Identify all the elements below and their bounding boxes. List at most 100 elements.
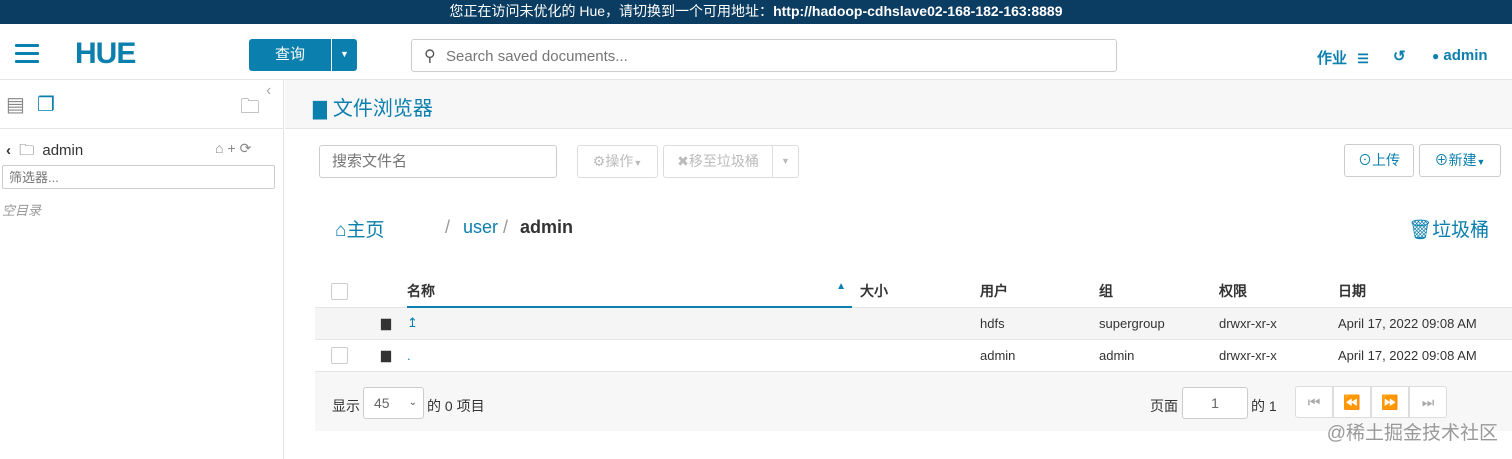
previous-page-icon[interactable]: ⏪	[1333, 386, 1371, 418]
back-chevron-icon[interactable]: ‹	[6, 142, 11, 159]
watermark: @稀土掘金技术社区	[1326, 423, 1498, 444]
breadcrumb-user[interactable]: user	[463, 217, 498, 238]
move-trash-dropdown-caret-icon[interactable]: ▼	[772, 145, 799, 178]
move-trash-label: 移至垃圾桶	[688, 153, 759, 169]
page-title-text: 文件浏览器	[332, 98, 433, 120]
empty-directory-label: 空目录	[2, 203, 42, 218]
column-name[interactable]: 名称 ▲	[407, 275, 852, 308]
document-search-input[interactable]	[446, 44, 1096, 68]
actions-label: 操作	[605, 153, 634, 169]
per-page-select[interactable]: 45 ⌄	[363, 387, 424, 419]
items-count-label: 的 0 项目	[427, 398, 485, 414]
history-icon[interactable]: ↺	[1393, 47, 1406, 65]
search-icon: ⚲	[424, 48, 436, 65]
breadcrumb-home[interactable]: ⌂主页	[335, 215, 385, 242]
per-page-value: 45	[374, 395, 390, 411]
hamburger-menu-icon[interactable]	[15, 44, 39, 63]
sidebar-filter-input[interactable]	[2, 165, 275, 189]
logo-text: HUE	[75, 37, 136, 70]
table-row[interactable]: ▆ ↥ hdfs supergroup drwxr-xr-x April 17,…	[315, 307, 1512, 340]
breadcrumb-home-label: 主页	[346, 220, 385, 241]
user-name: admin	[1443, 47, 1488, 64]
breadcrumb-separator: /	[503, 217, 509, 237]
query-button[interactable]: 查询	[249, 39, 331, 71]
page-header: ▇ 文件浏览器	[285, 80, 1512, 129]
select-all-checkbox[interactable]	[331, 282, 348, 300]
row-checkbox[interactable]	[331, 346, 348, 364]
new-label: 新建	[1448, 152, 1477, 168]
trash-label: 垃圾桶	[1432, 220, 1490, 241]
page-title: ▇ 文件浏览器	[313, 92, 433, 121]
times-icon: ✖	[677, 153, 689, 169]
caret-down-icon: ▼	[633, 158, 643, 168]
database-icon[interactable]: ▤	[6, 92, 25, 117]
sort-ascending-icon: ▲	[836, 280, 846, 292]
page-number-input[interactable]: 1	[1182, 387, 1248, 419]
table-row[interactable]: ▆ . admin admin drwxr-xr-x April 17, 202…	[315, 339, 1512, 372]
new-button[interactable]: ⊕新建▼	[1419, 144, 1501, 177]
file-name[interactable]: .	[407, 339, 852, 372]
trash-link[interactable]: 🗑垃圾桶	[1408, 215, 1489, 242]
table-header-row: 名称 ▲ 大小 用户 组 权限 日期	[315, 275, 1512, 308]
hue-logo[interactable]: HUE	[75, 37, 136, 71]
sidebar-tools: ⌂+⟳	[215, 140, 255, 157]
upload-button[interactable]: ⊙上传	[1344, 144, 1414, 177]
warning-banner: 您正在访问未优化的 Hue，请切换到一个可用地址：http://hadoop-c…	[0, 0, 1512, 24]
file-search-input[interactable]	[319, 145, 557, 178]
plus-circle-icon: ⊕	[1434, 152, 1449, 168]
user-icon: ●	[1432, 49, 1440, 63]
jobs-label: 作业	[1317, 50, 1348, 67]
file-date: April 17, 2022 09:08 AM	[1338, 339, 1512, 372]
column-user[interactable]: 用户	[980, 275, 1099, 308]
jobs-list-icon: ☰	[1357, 51, 1369, 66]
file-user: hdfs	[980, 307, 1099, 340]
page-of-label: 的 1	[1251, 398, 1277, 414]
file-name[interactable]: ↥	[407, 307, 852, 340]
breadcrumb-current[interactable]: admin	[520, 217, 573, 238]
user-menu[interactable]: ● admin	[1432, 47, 1488, 64]
file-group: supergroup	[1099, 307, 1219, 340]
home-icon: ⌂	[335, 220, 347, 241]
assist-panel-tabs: ▤ ❐ 🗀 ‹	[0, 80, 284, 129]
document-search[interactable]: ⚲	[411, 39, 1117, 72]
last-page-icon[interactable]: ⏭	[1409, 386, 1447, 418]
first-page-icon[interactable]: ⏮	[1295, 386, 1333, 418]
column-size[interactable]: 大小	[852, 275, 980, 308]
file-table: 名称 ▲ 大小 用户 组 权限 日期 ▆ ↥ hdfs supergroup d…	[315, 275, 1512, 372]
banner-url[interactable]: http://hadoop-cdhslave02-168-182-163:888…	[773, 3, 1062, 19]
query-dropdown-caret-icon[interactable]: ▼	[332, 39, 357, 71]
file-group: admin	[1099, 339, 1219, 372]
column-permissions[interactable]: 权限	[1219, 275, 1338, 308]
gear-icon: ⚙	[592, 153, 606, 169]
documents-icon[interactable]: ❐	[37, 92, 55, 117]
refresh-icon[interactable]: ⟳	[240, 140, 256, 156]
file-browser-main: ▇文件浏览器 ⚙操作▼ ✖移至垃圾桶 ▼ ⊙上传 ⊕新建▼ ⌂主页 / user…	[285, 80, 1512, 459]
column-name-label: 名称	[407, 282, 435, 299]
collapse-panel-chevron-left-icon[interactable]: ‹	[266, 82, 271, 100]
add-icon[interactable]: +	[227, 140, 239, 156]
file-permissions: drwxr-xr-x	[1219, 339, 1338, 372]
caret-down-icon: ▼	[1476, 157, 1486, 167]
column-group[interactable]: 组	[1099, 275, 1219, 308]
breadcrumb-separator: /	[445, 217, 451, 237]
actions-button[interactable]: ⚙操作▼	[577, 145, 658, 178]
file-user: admin	[980, 339, 1099, 372]
next-page-icon[interactable]: ⏩	[1371, 386, 1409, 418]
file-date: April 17, 2022 09:08 AM	[1338, 307, 1512, 340]
home-icon[interactable]: ⌂	[215, 140, 227, 156]
folder-open-icon[interactable]: 🗀	[240, 92, 260, 126]
file-icon: ▇	[313, 99, 327, 119]
move-to-trash-button[interactable]: ✖移至垃圾桶	[663, 145, 773, 178]
left-assist-panel: ▤ ❐ 🗀 ‹ ‹ 🗀 admin ⌂+⟳ 空目录	[0, 80, 284, 459]
folder-icon: ▆	[381, 315, 391, 330]
trash-icon: 🗑	[1408, 220, 1433, 241]
upload-label: 上传	[1372, 152, 1400, 168]
top-navbar: HUE 查询 ▼ ⚲ 作业 ☰ ↺ ● admin	[0, 24, 1512, 80]
jobs-button[interactable]: 作业 ☰	[1317, 47, 1369, 68]
column-date[interactable]: 日期	[1338, 275, 1512, 308]
chevron-down-icon: ⌄	[408, 397, 417, 408]
folder-icon: 🗀	[19, 142, 35, 159]
page-label: 页面	[1150, 398, 1178, 414]
sidebar-path[interactable]: ‹ 🗀 admin	[6, 140, 83, 165]
sidebar-path-label: admin	[42, 142, 84, 159]
